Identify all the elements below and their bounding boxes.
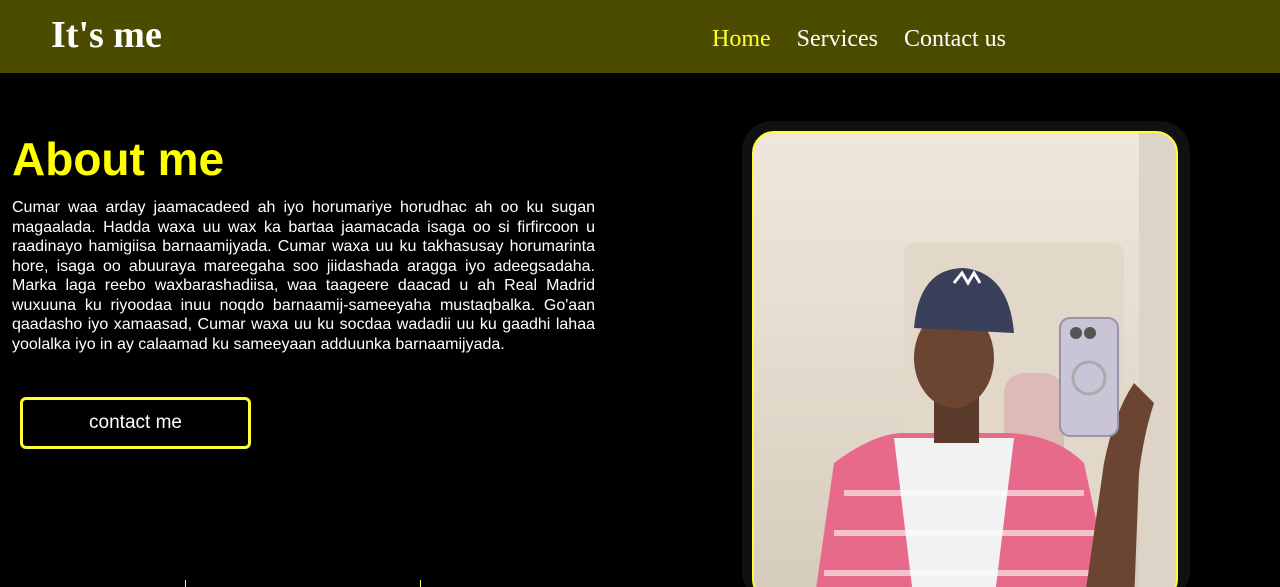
brand-logo[interactable]: It's me	[51, 13, 162, 57]
contact-me-button[interactable]: contact me	[20, 397, 251, 449]
nav-link-contact-us[interactable]: Contact us	[904, 24, 1006, 54]
phone-camera	[1070, 327, 1082, 339]
phone-camera	[1084, 327, 1096, 339]
wall-edge	[1139, 133, 1176, 587]
profile-photo	[752, 131, 1178, 587]
profile-photo-illustration	[816, 133, 1176, 587]
nav-link-home[interactable]: Home	[712, 24, 771, 54]
divider-tick	[420, 580, 421, 587]
about-title: About me	[12, 133, 225, 185]
tshirt	[894, 438, 1014, 587]
divider-tick	[185, 580, 186, 587]
nav-link-services[interactable]: Services	[797, 24, 878, 54]
navbar: It's me Home Services Contact us	[0, 0, 1280, 73]
nav-links: Home Services Contact us	[712, 24, 1006, 54]
about-paragraph: Cumar waa arday jaamacadeed ah iyo horum…	[12, 199, 595, 353]
